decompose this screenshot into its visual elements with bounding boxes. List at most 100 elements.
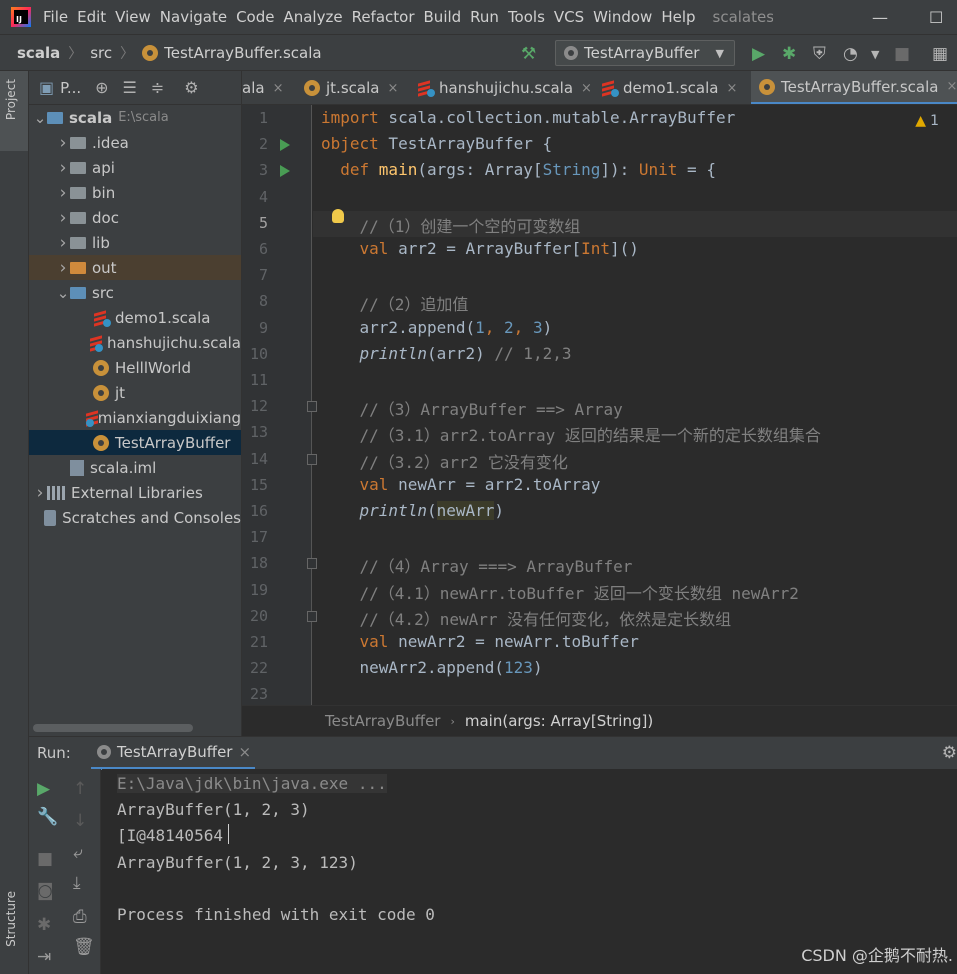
crumb-object[interactable]: TestArrayBuffer: [325, 712, 440, 730]
menu-build[interactable]: Build: [424, 8, 469, 26]
menu-file[interactable]: File: [43, 8, 75, 26]
scroll-to-end-icon[interactable]: ⤓: [73, 873, 81, 893]
camera-icon[interactable]: ◙: [37, 881, 54, 901]
arrow-down-icon[interactable]: ↓: [73, 811, 87, 831]
code-line[interactable]: println(newArr): [321, 501, 504, 527]
lightbulb-icon[interactable]: [332, 209, 344, 223]
code-line[interactable]: //（2）追加值: [321, 291, 469, 317]
expand-all-icon[interactable]: ☰: [123, 78, 137, 97]
tree-item[interactable]: HelllWorld: [29, 355, 241, 380]
fold-marker-icon[interactable]: [307, 401, 317, 413]
arrow-up-icon[interactable]: ↑: [73, 779, 87, 799]
menu-edit[interactable]: Edit: [77, 8, 113, 26]
build-hammer-icon[interactable]: ⚒: [521, 44, 536, 64]
tree-item[interactable]: ⌄ scala E:\scala: [29, 105, 241, 130]
breadcrumb-file[interactable]: TestArrayBuffer.scala: [164, 44, 321, 62]
menu-refactor[interactable]: Refactor: [352, 8, 422, 26]
tree-item[interactable]: › api: [29, 155, 241, 180]
chevron-right-icon[interactable]: ›: [56, 133, 70, 153]
code-line[interactable]: //（4）Array ===> ArrayBuffer: [321, 553, 633, 579]
close-icon[interactable]: ×: [581, 81, 592, 96]
rerun-icon[interactable]: ▶: [37, 779, 50, 799]
code-line[interactable]: arr2.append(1, 2, 3): [321, 318, 553, 344]
close-icon[interactable]: ×: [273, 81, 284, 96]
fold-marker-icon[interactable]: [307, 610, 317, 622]
chevron-right-icon[interactable]: ›: [56, 233, 70, 253]
menu-window[interactable]: Window: [593, 8, 659, 26]
run-configuration-select[interactable]: TestArrayBuffer ▼: [555, 40, 735, 66]
editor-tab[interactable]: demo1.scala ×: [593, 71, 745, 104]
code-line[interactable]: import scala.collection.mutable.ArrayBuf…: [321, 108, 735, 134]
profiler-icon[interactable]: ◔: [843, 44, 858, 64]
collapse-all-icon[interactable]: ≑: [151, 78, 164, 97]
run-gutter-icon[interactable]: [280, 165, 290, 178]
code-line[interactable]: //（3）ArrayBuffer ==> Array: [321, 396, 623, 422]
chevron-right-icon[interactable]: ›: [56, 258, 70, 278]
bug-icon[interactable]: ✱: [37, 915, 51, 935]
fold-marker-icon[interactable]: [307, 558, 317, 570]
warning-indicator[interactable]: ▲ 1: [915, 113, 939, 129]
editor-tab[interactable]: jt.scala ×: [296, 71, 406, 104]
tree-item[interactable]: scala.iml: [29, 455, 241, 480]
tree-item[interactable]: › bin: [29, 180, 241, 205]
menu-help[interactable]: Help: [661, 8, 702, 26]
chevron-right-icon[interactable]: ›: [56, 158, 70, 178]
tree-item[interactable]: › doc: [29, 205, 241, 230]
menu-view[interactable]: View: [115, 8, 158, 26]
menu-navigate[interactable]: Navigate: [160, 8, 234, 26]
code-line[interactable]: //（3.2）arr2 它没有变化: [321, 449, 568, 475]
trash-icon[interactable]: 🗑: [73, 937, 95, 957]
chevron-down-icon[interactable]: ⌄: [56, 284, 70, 302]
exit-icon[interactable]: ⇥: [37, 947, 51, 967]
project-tool-tab[interactable]: Project: [4, 79, 18, 120]
tree-item[interactable]: › .idea: [29, 130, 241, 155]
run-tab[interactable]: TestArrayBuffer ×: [91, 737, 255, 770]
maximize-icon[interactable]: ☐: [929, 8, 943, 27]
tree-item[interactable]: hanshujichu.scala: [29, 330, 241, 355]
code-line[interactable]: //（4.2）newArr 没有任何变化，依然是定长数组: [321, 606, 732, 632]
chevron-right-icon[interactable]: ›: [56, 183, 70, 203]
close-icon[interactable]: ×: [946, 79, 957, 94]
close-icon[interactable]: ×: [238, 743, 251, 761]
tree-item[interactable]: ⌄ src: [29, 280, 241, 305]
chevron-down-icon[interactable]: ⌄: [33, 109, 47, 127]
editor-tab[interactable]: ala ×: [242, 71, 291, 104]
code-line[interactable]: val arr2 = ArrayBuffer[Int](): [321, 239, 639, 265]
crumb-method[interactable]: main(args: Array[String]): [465, 712, 653, 730]
menu-code[interactable]: Code: [236, 8, 281, 26]
menu-run[interactable]: Run: [470, 8, 506, 26]
editor-gutter[interactable]: 1 2 3 4 5 6 7 8 9 10 11 12 13 14 15 16 17 18 19 20 21 22 23: [242, 105, 317, 705]
run-gutter-icon[interactable]: [280, 139, 290, 152]
tree-item[interactable]: › out: [29, 255, 241, 280]
gear-icon[interactable]: ⚙: [942, 743, 957, 763]
tree-item[interactable]: jt: [29, 380, 241, 405]
chevron-right-icon[interactable]: ›: [33, 483, 47, 503]
minimize-icon[interactable]: —: [872, 8, 888, 27]
project-view-select[interactable]: P...: [60, 79, 81, 97]
menu-tools[interactable]: Tools: [508, 8, 552, 26]
tree-item[interactable]: mianxiangduixiang: [29, 405, 241, 430]
breadcrumb-project[interactable]: scala: [17, 44, 60, 62]
soft-wrap-icon[interactable]: ⤶: [73, 843, 83, 863]
chevron-right-icon[interactable]: ›: [56, 208, 70, 228]
tree-item[interactable]: TestArrayBuffer: [29, 430, 241, 455]
tree-item[interactable]: demo1.scala: [29, 305, 241, 330]
tree-item[interactable]: Scratches and Consoles: [29, 505, 241, 530]
breadcrumb-src[interactable]: src: [90, 44, 112, 62]
horizontal-scrollbar[interactable]: [33, 724, 193, 732]
code-line[interactable]: //（4.1）newArr.toBuffer 返回一个变长数组 newArr2: [321, 580, 799, 606]
gear-icon[interactable]: ⚙: [184, 78, 198, 97]
code-editor[interactable]: 1 2 3 4 5 6 7 8 9 10 11 12 13 14 15 16 17 18 19 20 21 22 23 im…: [242, 105, 957, 705]
code-line[interactable]: def main(args: Array[String]): Unit = {: [321, 160, 716, 186]
project-structure-icon[interactable]: ▦: [932, 44, 948, 64]
fold-marker-icon[interactable]: [307, 453, 317, 465]
more-run-options-icon[interactable]: ▼: [871, 48, 879, 61]
tree-item[interactable]: › lib: [29, 230, 241, 255]
stop-icon[interactable]: ■: [37, 849, 53, 869]
menu-analyze[interactable]: Analyze: [283, 8, 349, 26]
code-line[interactable]: val newArr2 = newArr.toBuffer: [321, 632, 639, 658]
coverage-icon[interactable]: ⛨: [813, 44, 826, 64]
code-line[interactable]: newArr2.append(123): [321, 658, 543, 684]
code-line[interactable]: println(arr2) // 1,2,3: [321, 344, 572, 370]
close-icon[interactable]: ×: [387, 81, 398, 96]
